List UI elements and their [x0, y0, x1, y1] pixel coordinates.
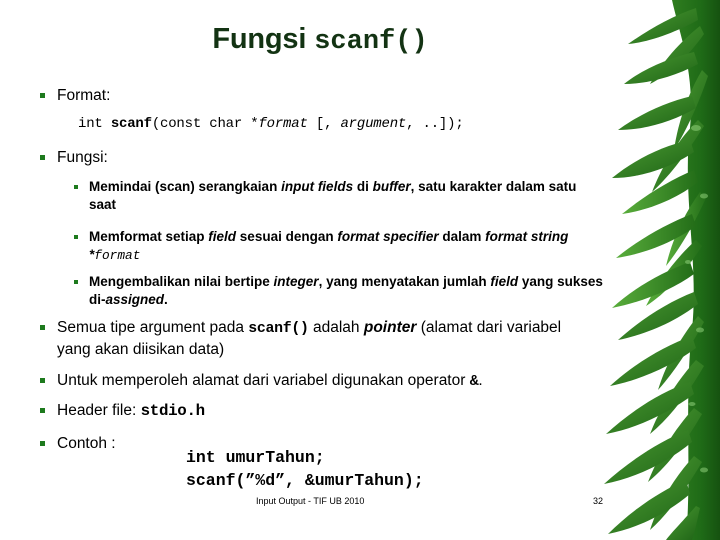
square-bullet-icon [40, 408, 45, 413]
sub-bullet-mengembalikan-text: Mengembalikan nilai bertipe integer, yan… [89, 273, 608, 308]
slide-title-code: scanf() [314, 27, 428, 57]
sub-bullet-memformat: Memformat setiap field sesuai dengan for… [74, 228, 608, 264]
seg: dalam [438, 229, 486, 244]
seg: sesuai dengan [236, 229, 338, 244]
square-bullet-icon [40, 93, 45, 98]
sig-part-format: format [258, 116, 308, 132]
bullet-header-file-text: Header file: stdio.h [57, 401, 205, 422]
seg: adalah [308, 319, 364, 336]
sig-part-open: (const char * [151, 116, 259, 132]
slide-title-word: Fungsi [212, 23, 307, 55]
sig-part-sep: [, [307, 116, 341, 132]
seg: Header file: [57, 402, 141, 419]
bullet-operator: Untuk memperoleh alamat dari variabel di… [40, 371, 596, 393]
bullet-header-file: Header file: stdio.h [40, 401, 596, 422]
bullet-pointer-text: Semua tipe argument pada scanf() adalah … [57, 318, 596, 360]
seg: Memindai (scan) serangkaian [89, 179, 282, 194]
seg-italic: field [490, 274, 519, 289]
seg: Untuk memperoleh alamat dari variabel di… [57, 372, 470, 389]
seg: . [164, 291, 168, 307]
seg: , yang menyatakan jumlah [318, 274, 491, 289]
seg-italic: field [208, 229, 237, 244]
sig-part-argument: argument [340, 116, 407, 132]
bullet-format-label: Format: [57, 87, 111, 104]
seg: Memformat setiap [89, 229, 209, 244]
square-bullet-icon [74, 235, 78, 239]
bullet-pointer: Semua tipe argument pada scanf() adalah … [40, 318, 596, 360]
example-code-line-1: int umurTahun; [186, 448, 325, 467]
seg-italic: assigned [105, 291, 165, 307]
square-bullet-icon [40, 325, 45, 330]
seg-italic: format specifier [337, 229, 439, 244]
seg: Semua tipe argument pada [57, 319, 249, 336]
square-bullet-icon [40, 441, 45, 446]
example-code-line-2: scanf(”%d”, &umurTahun); [186, 471, 424, 490]
square-bullet-icon [74, 280, 78, 284]
bullet-operator-text: Untuk memperoleh alamat dari variabel di… [57, 371, 483, 393]
bamboo-leaves-decoration-image [604, 0, 720, 540]
seg-mono: scanf() [248, 321, 309, 337]
seg-mono-italic: format [94, 247, 141, 263]
scanf-signature-code: int scanf(const char *format [, argument… [78, 116, 464, 132]
sig-part-close: , ..]); [406, 116, 464, 132]
seg-italic: input fields [281, 179, 354, 194]
slide-page-number: 32 [593, 496, 604, 506]
seg-italic: format string [485, 229, 569, 244]
seg-italic: buffer [372, 179, 411, 194]
seg: Mengembalikan nilai bertipe [89, 274, 274, 289]
sub-bullet-memindai-text: Memindai (scan) serangkaian input fields… [89, 178, 588, 213]
bullet-format: Format: [40, 86, 580, 106]
seg: di [353, 179, 373, 194]
seg-bold-italic: pointer [363, 319, 417, 336]
sub-bullet-memformat-text: Memformat setiap field sesuai dengan for… [89, 228, 608, 264]
seg-mono: stdio.h [140, 402, 206, 420]
square-bullet-icon [40, 155, 45, 160]
bullet-fungsi: Fungsi: [40, 148, 580, 168]
sub-bullet-memindai: Memindai (scan) serangkaian input fields… [74, 178, 588, 213]
slide-title: Fungsi scanf() [0, 23, 640, 58]
seg: . [478, 372, 483, 389]
square-bullet-icon [74, 185, 78, 189]
bullet-contoh-label: Contoh : [57, 435, 116, 452]
sig-part-int: int [78, 116, 111, 132]
bullet-fungsi-label: Fungsi: [57, 149, 108, 166]
sub-bullet-mengembalikan: Mengembalikan nilai bertipe integer, yan… [74, 273, 608, 308]
sig-part-scanf: scanf [110, 116, 152, 132]
square-bullet-icon [40, 378, 45, 383]
slide-footer-text: Input Output - TIF UB 2010 [256, 496, 365, 506]
presentation-slide: Fungsi scanf() Format: int scanf(const c… [0, 0, 720, 540]
seg-italic: integer [273, 274, 319, 289]
